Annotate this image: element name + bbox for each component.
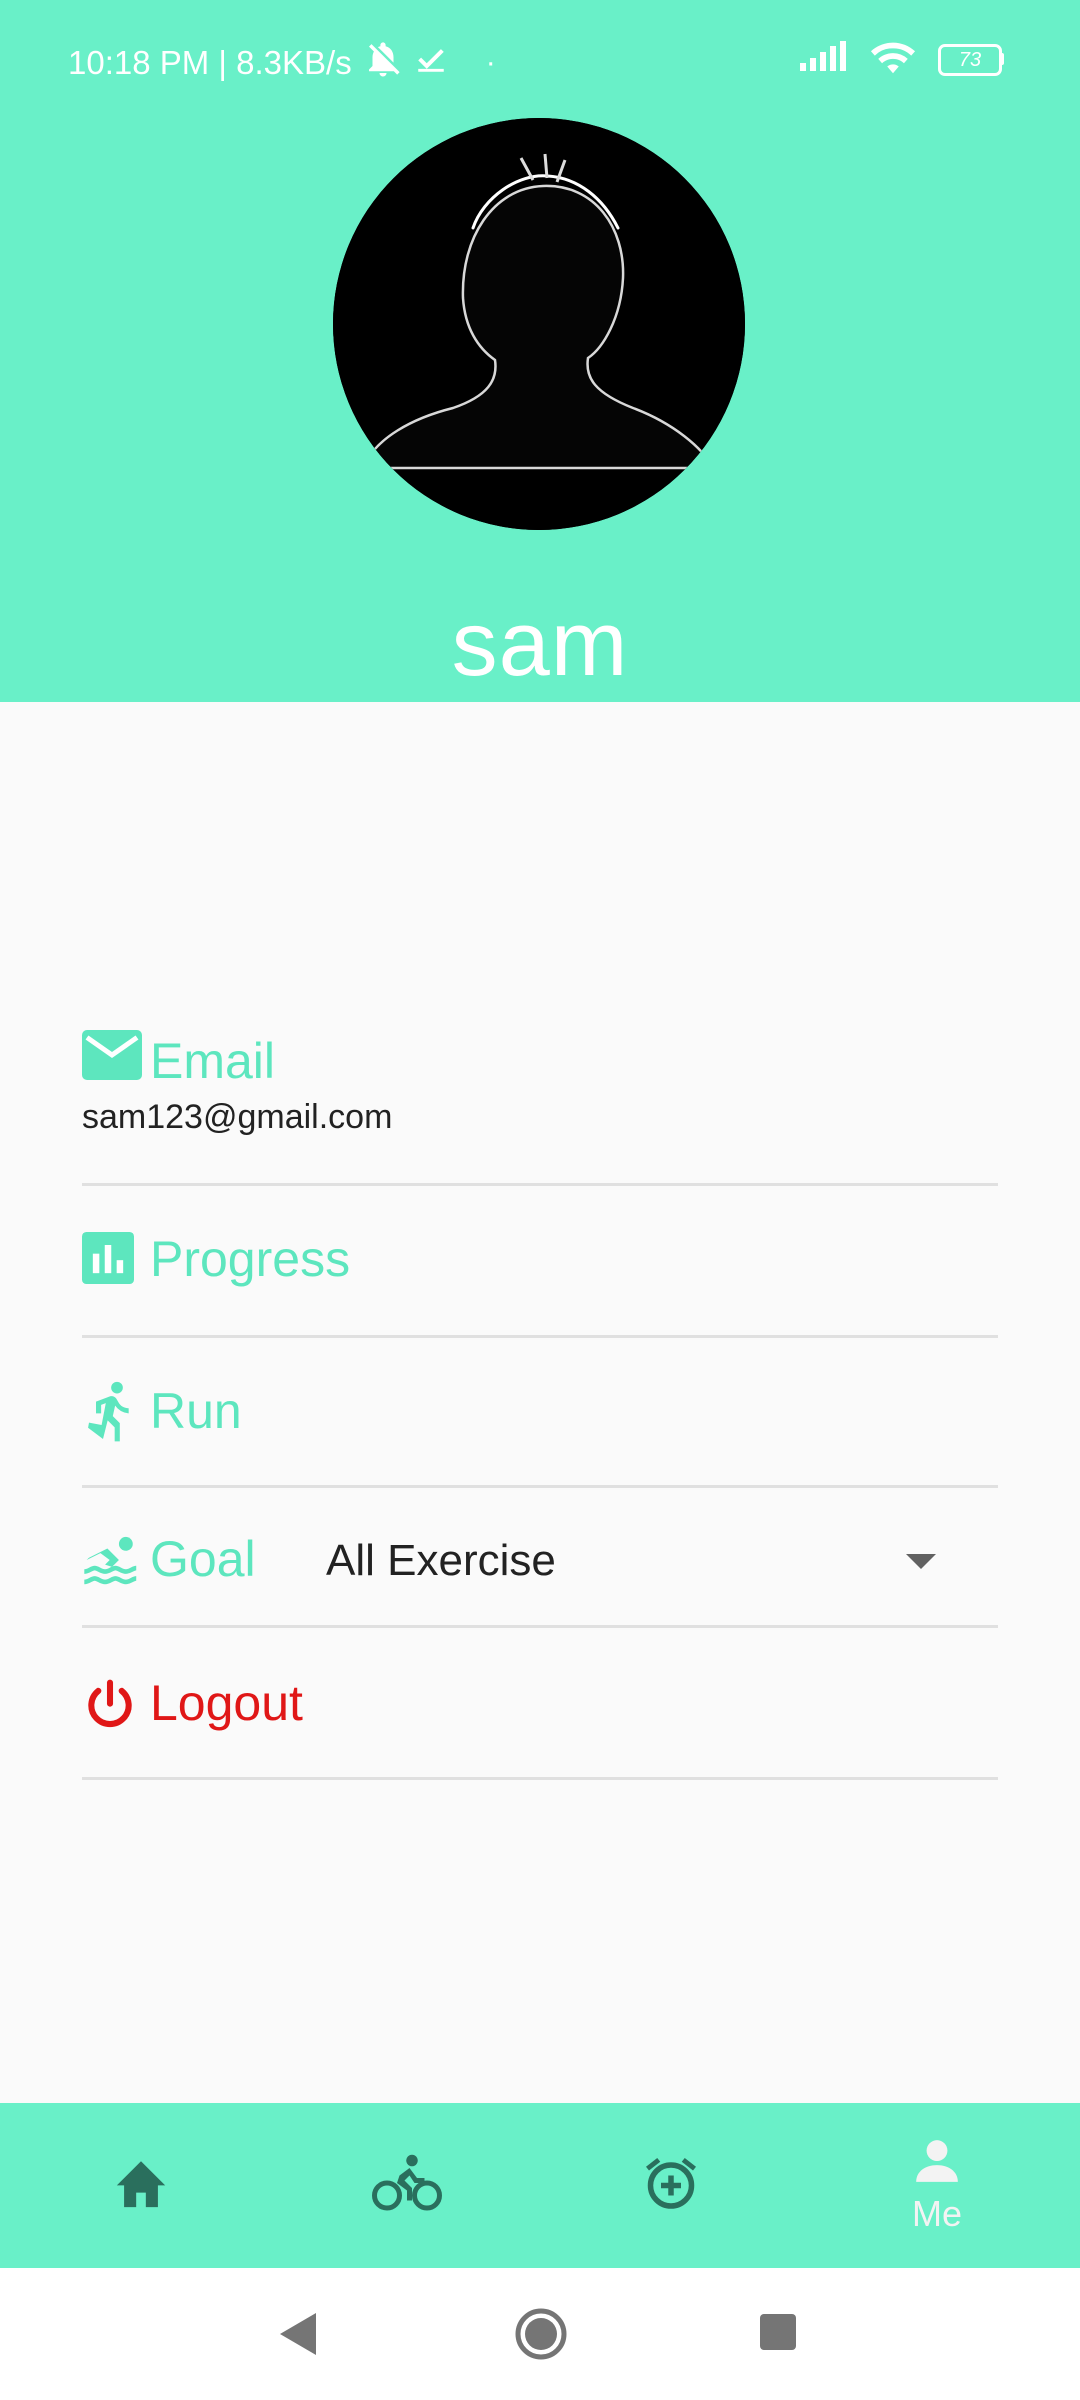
run-label: Run — [150, 1383, 242, 1439]
system-navigation-bar — [0, 2268, 1080, 2400]
bottom-navigation: Me — [0, 2103, 1080, 2268]
battery-icon: 73 — [938, 43, 1004, 76]
avatar[interactable] — [333, 118, 745, 530]
email-label: Email — [150, 1033, 276, 1089]
email-row: Email sam123@gmail.com — [82, 1010, 998, 1186]
battery-level: 73 — [958, 48, 982, 71]
username: sam — [451, 593, 629, 695]
goal-row: Goal All Exercise — [82, 1488, 998, 1628]
nav-me[interactable]: Me — [802, 2103, 1072, 2268]
alarm-add-icon — [641, 2153, 701, 2218]
goal-selected-value: All Exercise — [326, 1536, 556, 1585]
run-icon — [82, 1380, 142, 1442]
status-left: 10:18 PM | 8.3KB/s · — [68, 38, 496, 88]
bike-icon — [372, 2153, 442, 2218]
dot-icon: · — [485, 46, 496, 79]
home-icon — [112, 2156, 170, 2215]
home-circle-icon[interactable] — [515, 2308, 567, 2365]
status-bar: 10:18 PM | 8.3KB/s · 73 — [0, 0, 1080, 120]
person-icon — [912, 2136, 962, 2191]
mail-icon — [82, 1030, 142, 1090]
checkmark-icon — [414, 42, 448, 84]
bell-off-icon — [362, 38, 404, 88]
progress-row[interactable]: Progress — [82, 1186, 998, 1338]
swim-icon — [82, 1534, 142, 1594]
nav-me-label: Me — [911, 2193, 962, 2234]
goal-dropdown[interactable]: All Exercise — [326, 1530, 966, 1590]
nav-alarm[interactable] — [536, 2103, 806, 2268]
goal-label: Goal — [150, 1531, 256, 1587]
status-time-speed: 10:18 PM | 8.3KB/s — [68, 44, 352, 81]
logout-row[interactable]: Logout — [82, 1628, 998, 1780]
nav-bike[interactable] — [272, 2103, 542, 2268]
recents-icon[interactable] — [760, 2314, 796, 2355]
email-value: sam123@gmail.com — [82, 1098, 393, 1136]
nav-home[interactable] — [6, 2103, 276, 2268]
progress-label: Progress — [150, 1231, 351, 1287]
run-row[interactable]: Run — [82, 1338, 998, 1488]
dropdown-arrow-icon[interactable] — [906, 1554, 936, 1569]
back-icon[interactable] — [280, 2313, 320, 2360]
wifi-icon — [870, 38, 916, 79]
signal-icon — [800, 41, 848, 76]
bar-chart-icon — [82, 1232, 142, 1292]
logout-label: Logout — [150, 1675, 303, 1731]
status-right: 73 — [800, 38, 1004, 79]
power-icon — [82, 1678, 142, 1738]
